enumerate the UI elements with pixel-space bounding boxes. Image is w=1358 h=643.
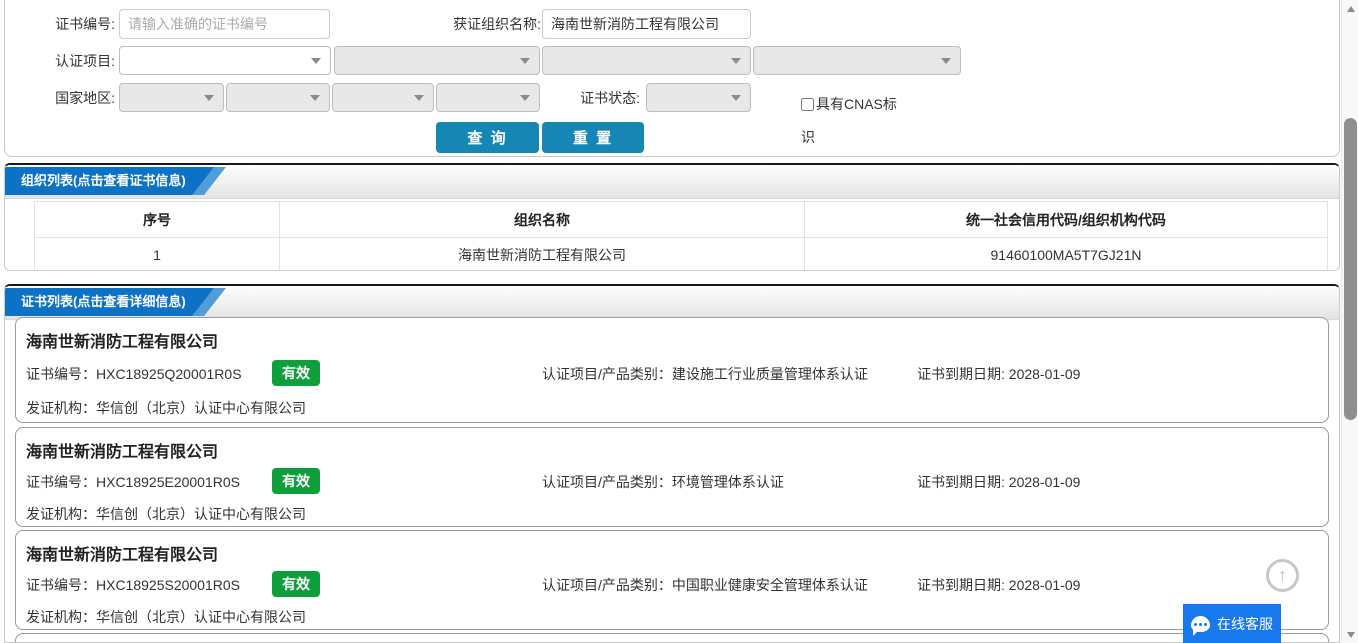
expire-label: 证书到期日期: [917, 474, 1005, 490]
cert-card-org: 海南世新消防工程有限公司 [26, 334, 219, 351]
cnas-checkbox[interactable] [801, 98, 814, 111]
expire-value: 2028-01-09 [1008, 474, 1081, 490]
project-label: 认证项目/产品类别： [542, 474, 672, 490]
region-select-1 [119, 83, 224, 112]
org-table-header-row: 序号 组织名称 统一社会信用代码/组织机构代码 [34, 201, 1328, 238]
cnas-checkbox-group[interactable]: 具有CNAS标识 [801, 88, 907, 154]
cert-card-org: 海南世新消防工程有限公司 [26, 444, 219, 461]
org-list-panel: 组织列表(点击查看证书信息) 序号 组织名称 统一社会信用代码/组织机构代码 1… [4, 163, 1340, 271]
arrow-up-icon: ↑ [1278, 565, 1287, 585]
region-select-2 [226, 83, 330, 112]
cert-status-select [646, 83, 751, 112]
project-value: 环境管理体系认证 [671, 474, 784, 490]
online-service-label: 在线客服 [1217, 615, 1273, 632]
cert-list-title: 证书列表(点击查看详细信息) [5, 288, 216, 316]
project-label: 认证项目/产品类别： [542, 366, 672, 382]
cert-card[interactable]: 海南世新消防工程有限公司 证书编号：HXC18925E20001R0S 有效 认… [15, 427, 1329, 527]
org-row-seq: 1 [34, 237, 280, 270]
arrow-down-icon [1346, 631, 1355, 638]
cert-no-label: 证书编号： [26, 474, 96, 490]
cert-card[interactable]: 海南世新消防工程有限公司 [15, 633, 1329, 642]
cert-status-label: 证书状态: [580, 90, 640, 106]
region-label: 国家地区: [55, 90, 115, 106]
status-badge: 有效 [272, 571, 320, 597]
cert-project-select-1[interactable] [119, 46, 331, 75]
cert-project-label: 认证项目: [55, 53, 115, 69]
chevron-down-icon [204, 95, 214, 101]
col-code: 统一社会信用代码/组织机构代码 [804, 201, 1328, 238]
chat-bubble-icon [1191, 615, 1210, 636]
chevron-down-icon [520, 95, 530, 101]
chevron-down-icon [520, 58, 530, 64]
expire-value: 2028-01-09 [1008, 366, 1081, 382]
scroll-to-top-button[interactable]: ↑ [1266, 559, 1299, 592]
issuer-value: 华信创（北京）认证中心有限公司 [96, 400, 306, 416]
org-list-title: 组织列表(点击查看证书信息) [5, 167, 216, 195]
cert-card-org: 海南世新消防工程有限公司 [26, 547, 219, 564]
org-name-label: 获证组织名称: [453, 16, 541, 32]
chevron-down-icon [731, 58, 741, 64]
chevron-down-icon [941, 58, 951, 64]
expire-label: 证书到期日期: [917, 366, 1005, 382]
cert-no-value: HXC18925Q20001R0S [96, 366, 242, 382]
cert-list-header: 证书列表(点击查看详细信息) [5, 286, 1339, 320]
region-select-4 [436, 83, 540, 112]
project-label: 认证项目/产品类别： [542, 577, 672, 593]
cert-no-value: HXC18925E20001R0S [96, 474, 240, 490]
query-button[interactable]: 查 询 [436, 122, 539, 153]
scrollbar-thumb[interactable] [1344, 118, 1357, 420]
org-list-header: 组织列表(点击查看证书信息) [5, 165, 1339, 199]
arrow-up-icon [1346, 5, 1355, 12]
org-row-name: 海南世新消防工程有限公司 [279, 237, 805, 270]
online-service-button[interactable]: 在线客服 [1183, 604, 1281, 643]
search-form-panel: 证书编号: 获证组织名称: 认证项目: 国家地区: 证书状态: 具有CNAS标识… [4, 0, 1340, 157]
col-seq: 序号 [34, 201, 280, 238]
cert-project-select-2 [334, 46, 540, 75]
cert-card[interactable]: 海南世新消防工程有限公司 证书编号：HXC18925S20001R0S 有效 认… [15, 530, 1329, 630]
cert-no-label: 证书编号： [26, 366, 96, 382]
chevron-down-icon [414, 95, 424, 101]
issuer-label: 发证机构： [26, 506, 96, 522]
cert-project-select-4 [753, 46, 961, 75]
vertical-scrollbar[interactable] [1341, 0, 1358, 643]
status-badge: 有效 [272, 468, 320, 494]
cert-no-input[interactable] [119, 9, 330, 39]
status-badge: 有效 [272, 360, 320, 386]
org-name-input[interactable] [542, 9, 751, 39]
project-value: 建设施工行业质量管理体系认证 [671, 366, 868, 382]
expire-label: 证书到期日期: [917, 577, 1005, 593]
cert-list-panel: 证书列表(点击查看详细信息) 海南世新消防工程有限公司 证书编号：HXC1892… [4, 284, 1340, 643]
scrollbar-down-button[interactable] [1342, 626, 1358, 643]
scrollbar-up-button[interactable] [1342, 0, 1358, 17]
cert-no-label: 证书编号: [55, 16, 115, 32]
cert-project-select-3 [542, 46, 751, 75]
chevron-down-icon [310, 95, 320, 101]
project-value: 中国职业健康安全管理体系认证 [671, 577, 868, 593]
chevron-down-icon [311, 58, 321, 64]
cert-card[interactable]: 海南世新消防工程有限公司 证书编号：HXC18925Q20001R0S 有效 认… [15, 317, 1329, 423]
cert-no-value: HXC18925S20001R0S [96, 577, 240, 593]
cnas-label: 具有CNAS标识 [801, 96, 897, 145]
col-name: 组织名称 [279, 201, 805, 238]
org-row-code: 91460100MA5T7GJ21N [804, 237, 1328, 270]
org-table: 序号 组织名称 统一社会信用代码/组织机构代码 1 海南世新消防工程有限公司 9… [34, 201, 1328, 270]
issuer-value: 华信创（北京）认证中心有限公司 [96, 609, 306, 625]
issuer-label: 发证机构： [26, 609, 96, 625]
region-select-3 [332, 83, 434, 112]
table-row[interactable]: 1 海南世新消防工程有限公司 91460100MA5T7GJ21N [34, 237, 1328, 270]
expire-value: 2028-01-09 [1008, 577, 1081, 593]
reset-button[interactable]: 重 置 [542, 122, 644, 153]
issuer-label: 发证机构： [26, 400, 96, 416]
chevron-down-icon [731, 95, 741, 101]
issuer-value: 华信创（北京）认证中心有限公司 [96, 506, 306, 522]
cert-no-label: 证书编号： [26, 577, 96, 593]
